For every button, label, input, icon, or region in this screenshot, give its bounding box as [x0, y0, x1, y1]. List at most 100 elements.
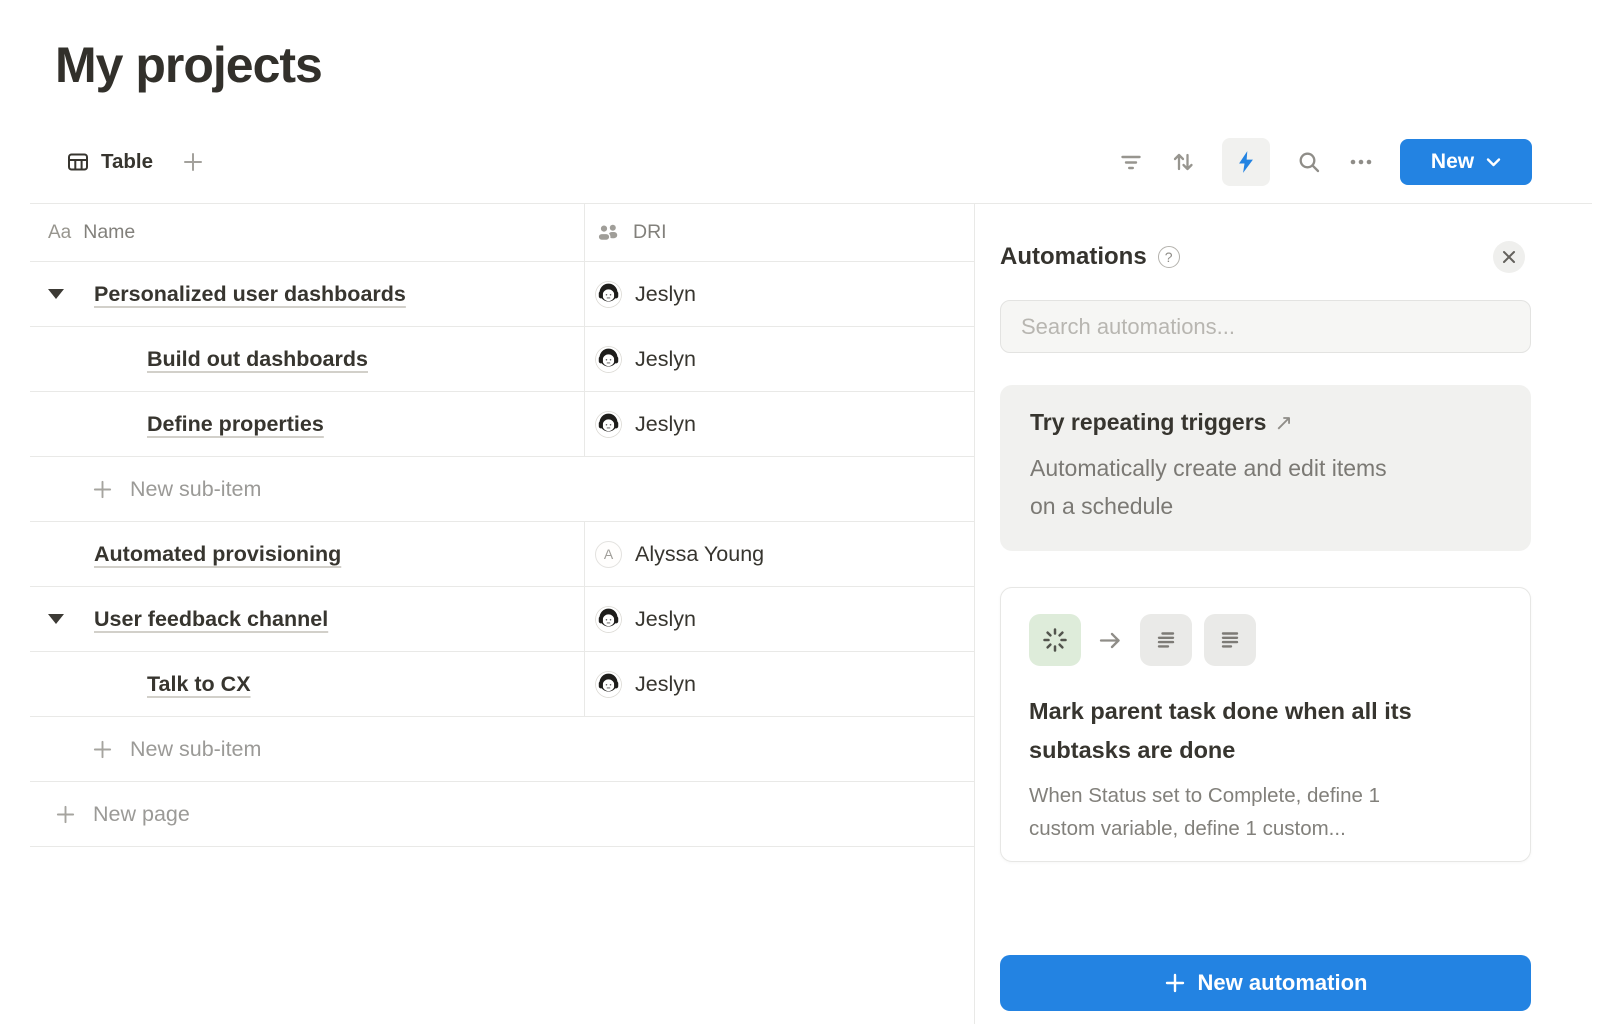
jeslyn-avatar: [595, 281, 622, 308]
close-panel-button[interactable]: [1493, 241, 1525, 273]
filter-icon: [1118, 149, 1144, 175]
name-cell: Talk to CX: [30, 652, 584, 716]
plus-icon: [1164, 972, 1186, 994]
jeslyn-avatar: [595, 671, 622, 698]
tab-table-view[interactable]: Table: [66, 150, 153, 174]
automation-description: When Status set to Complete, define 1 cu…: [1029, 779, 1502, 845]
page-link[interactable]: Personalized user dashboards: [94, 282, 406, 307]
external-arrow-icon: ↗: [1274, 410, 1292, 435]
jeslyn-avatar: [595, 411, 622, 438]
new-page-row[interactable]: New page: [30, 782, 974, 847]
new-button[interactable]: New: [1400, 139, 1532, 185]
table-row: Talk to CX Jeslyn: [30, 652, 974, 717]
automation-title: Mark parent task done when all its subta…: [1029, 692, 1502, 770]
new-page-label: New page: [93, 802, 190, 827]
dri-cell[interactable]: Jeslyn: [584, 587, 974, 651]
dri-person-name: Jeslyn: [635, 412, 696, 437]
close-icon: [1502, 250, 1516, 264]
person-property-icon: [595, 220, 620, 245]
table-row: User feedback channel Jeslyn: [30, 587, 974, 652]
row-toggle-icon[interactable]: [48, 289, 64, 299]
more-options-button[interactable]: [1348, 149, 1374, 175]
search-icon: [1296, 149, 1322, 175]
search-button[interactable]: [1296, 149, 1322, 175]
dri-person-name: Alyssa Young: [635, 542, 764, 567]
new-sub-item-label: New sub-item: [130, 737, 261, 762]
search-automations-input[interactable]: [1000, 300, 1531, 353]
dri-cell[interactable]: Jeslyn: [584, 327, 974, 391]
filter-button[interactable]: [1118, 149, 1144, 175]
view-tab-label: Table: [101, 150, 153, 174]
automations-panel: Automations ? Try repeating triggers↗ Au…: [1000, 236, 1531, 1011]
column-header-name[interactable]: Aa Name: [30, 204, 584, 261]
new-sub-item-row[interactable]: New sub-item: [30, 717, 974, 782]
app-canvas: { "colors": { "accent": "#2383e2", "text…: [0, 0, 1622, 1024]
automations-panel-header: Automations ?: [1000, 236, 1531, 278]
arrow-right-icon: [1097, 627, 1124, 654]
new-automation-button[interactable]: New automation: [1000, 955, 1531, 1011]
add-view-button[interactable]: [181, 150, 205, 174]
page-link[interactable]: Automated provisioning: [94, 542, 341, 567]
ellipsis-icon: [1348, 149, 1374, 175]
name-cell: Personalized user dashboards: [30, 262, 584, 326]
page-link[interactable]: Build out dashboards: [147, 347, 368, 372]
help-icon[interactable]: ?: [1158, 246, 1180, 268]
projects-table: Aa Name DRI Personalized user dashboards: [30, 204, 974, 847]
dri-person-name: Jeslyn: [635, 607, 696, 632]
page-link[interactable]: Talk to CX: [147, 672, 251, 697]
column-dri-label: DRI: [633, 221, 667, 244]
chevron-down-icon: [1486, 157, 1501, 167]
dri-person-name: Jeslyn: [635, 672, 696, 697]
edit-property-icon: [1140, 614, 1192, 666]
sort-button[interactable]: [1170, 149, 1196, 175]
jeslyn-avatar: [595, 346, 622, 373]
plus-icon: [92, 739, 113, 760]
page-link[interactable]: Define properties: [147, 412, 324, 437]
name-cell: Build out dashboards: [30, 327, 584, 391]
column-header-dri[interactable]: DRI: [584, 204, 974, 261]
column-name-label: Name: [83, 221, 135, 244]
automations-button[interactable]: [1222, 138, 1270, 186]
alyssa-avatar: A: [595, 541, 622, 568]
page-link[interactable]: User feedback channel: [94, 607, 328, 632]
automation-card[interactable]: Mark parent task done when all its subta…: [1000, 587, 1531, 862]
dri-cell[interactable]: A Alyssa Young: [584, 522, 974, 586]
view-bar: Table: [66, 138, 205, 186]
table-view-icon: [66, 150, 90, 174]
sort-icon: [1170, 149, 1196, 175]
dri-person-name: Jeslyn: [635, 347, 696, 372]
panel-title: Automations: [1000, 243, 1147, 271]
dri-cell[interactable]: Jeslyn: [584, 652, 974, 716]
name-cell: Define properties: [30, 392, 584, 456]
dri-cell[interactable]: Jeslyn: [584, 262, 974, 326]
new-sub-item-row[interactable]: New sub-item: [30, 457, 974, 522]
new-button-label: New: [1431, 150, 1474, 174]
table-row: Personalized user dashboards Jeslyn: [30, 262, 974, 327]
table-row: Build out dashboards Jeslyn: [30, 327, 974, 392]
name-cell: User feedback channel: [30, 587, 584, 651]
new-automation-label: New automation: [1198, 970, 1368, 996]
lightning-icon: [1233, 149, 1259, 175]
repeating-triggers-promo-card[interactable]: Try repeating triggers↗ Automatically cr…: [1000, 385, 1531, 551]
table-header-row: Aa Name DRI: [30, 204, 974, 262]
dri-person-name: Jeslyn: [635, 282, 696, 307]
jeslyn-avatar: [595, 606, 622, 633]
panel-divider: [974, 204, 975, 1024]
plus-icon: [55, 804, 76, 825]
dri-cell[interactable]: Jeslyn: [584, 392, 974, 456]
plus-icon: [181, 150, 205, 174]
table-row: Automated provisioning A Alyssa Young: [30, 522, 974, 587]
promo-description: Automatically create and edit items on a…: [1030, 449, 1501, 525]
name-cell: Automated provisioning: [30, 522, 584, 586]
automation-flow-icons: [1029, 614, 1502, 666]
table-row: Define properties Jeslyn: [30, 392, 974, 457]
view-toolbar: New: [1118, 138, 1532, 186]
new-sub-item-label: New sub-item: [130, 477, 261, 502]
row-toggle-icon[interactable]: [48, 614, 64, 624]
edit-property-icon: [1204, 614, 1256, 666]
title-property-icon: Aa: [48, 222, 71, 244]
plus-icon: [92, 479, 113, 500]
promo-title: Try repeating triggers↗: [1030, 409, 1501, 436]
page-title: My projects: [55, 36, 322, 94]
status-trigger-icon: [1029, 614, 1081, 666]
